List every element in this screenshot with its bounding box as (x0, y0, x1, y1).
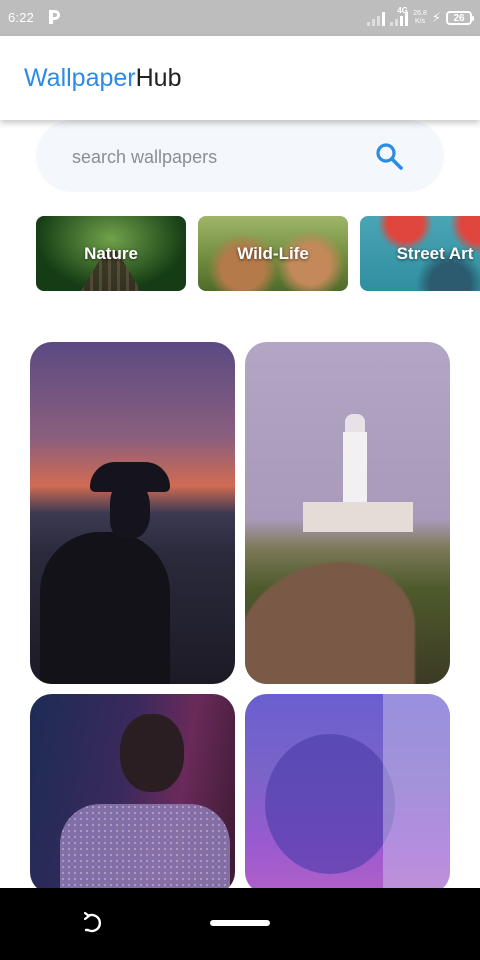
category-label: Street Art (396, 243, 474, 263)
status-indicators: 4G 26.8 K/s ⚡ 26 (367, 6, 474, 29)
search-icon[interactable] (374, 141, 404, 171)
status-time: 6:22 (8, 10, 35, 25)
wallpaper-purple-tree[interactable] (245, 694, 450, 894)
signal-2-icon: 4G (390, 6, 409, 26)
charging-icon: ⚡ (431, 10, 441, 25)
category-nature[interactable]: Nature (36, 216, 186, 291)
wallpaper-lighthouse[interactable] (245, 342, 450, 684)
network-speed: 26.8 K/s (413, 10, 427, 25)
app-bar: WallpaperHub (0, 36, 480, 120)
category-label: Nature (84, 243, 138, 263)
battery-icon: 26 (446, 11, 474, 25)
status-bar: 6:22 4G 26.8 K/s ⚡ 26 (0, 0, 480, 36)
category-wild-life[interactable]: Wild-Life (198, 216, 348, 291)
wallpaper-man-portrait[interactable] (30, 694, 235, 894)
app-title-part1: Wallpaper (24, 64, 136, 92)
app-title-part2: Hub (135, 64, 182, 92)
network-type: 4G (397, 6, 408, 15)
category-street-art[interactable]: Street Art (360, 216, 480, 291)
search-input[interactable] (72, 144, 372, 170)
home-pill-icon[interactable] (210, 920, 270, 926)
category-list: Nature Wild-Life Street Art (36, 216, 480, 292)
category-label: Wild-Life (237, 243, 309, 263)
app-title: WallpaperHub (24, 64, 182, 93)
wallpaper-silhouette-at-sunset[interactable] (30, 342, 235, 684)
p-icon (49, 10, 60, 24)
signal-1-icon (367, 10, 386, 26)
back-arrow-icon[interactable] (80, 910, 106, 936)
